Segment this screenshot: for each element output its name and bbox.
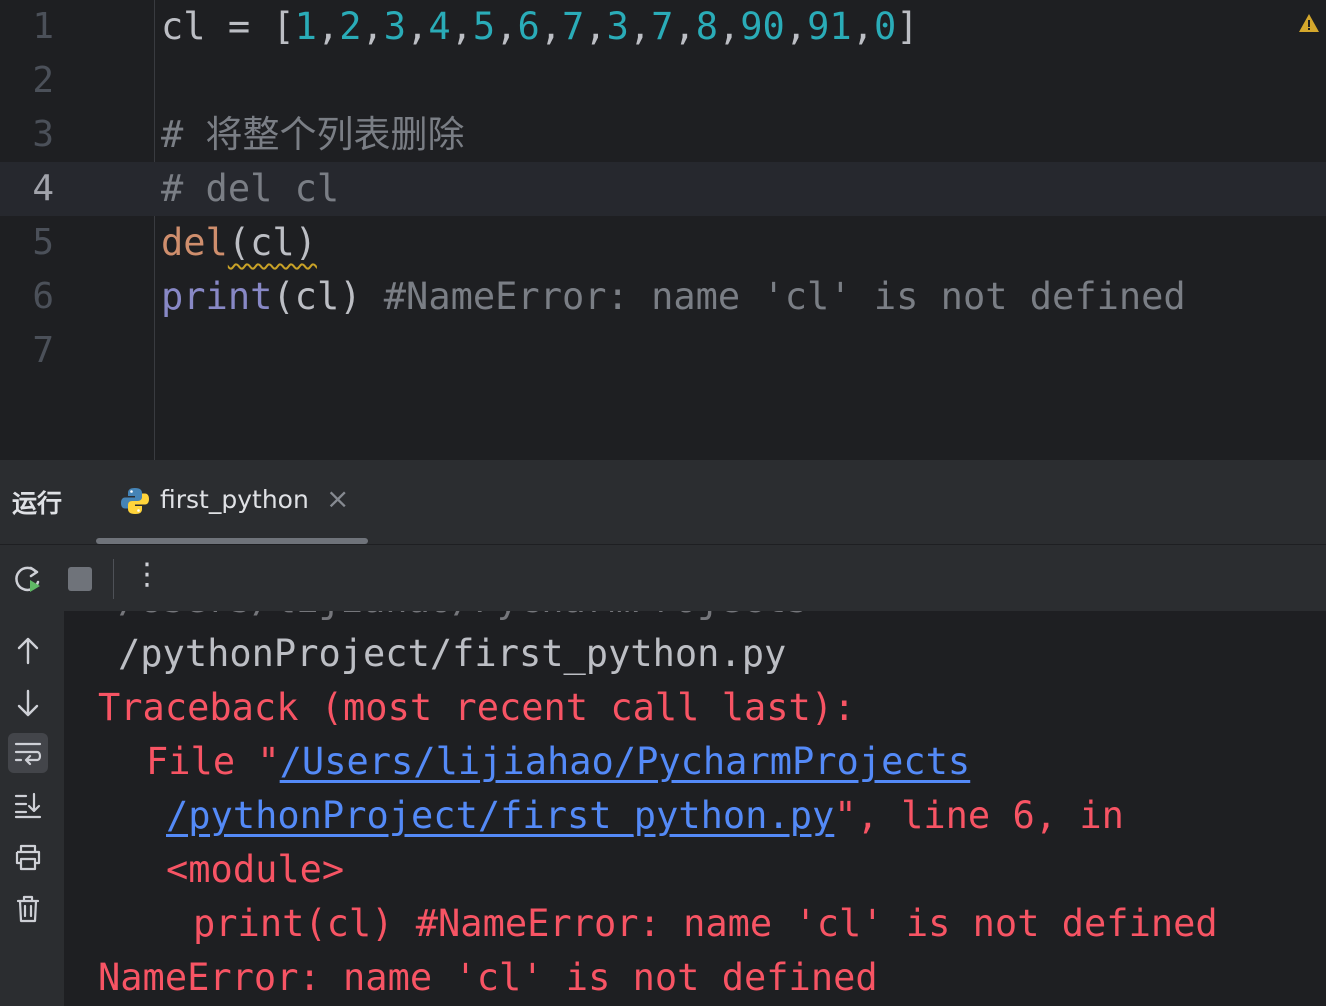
editor-line[interactable]: 5 del(cl) [0, 216, 1326, 270]
code-token: 8 [695, 5, 718, 48]
run-panel-title: 运行 [12, 489, 63, 518]
tab-first-python[interactable]: first_python × [96, 460, 368, 544]
console-partial-line: /Users/lijiahao/PycharmProjects [118, 611, 809, 627]
toolbar-separator [113, 559, 114, 599]
line-number: 6 [32, 276, 54, 317]
editor-line[interactable]: 2 [0, 54, 1326, 108]
code-token: 7 [651, 5, 674, 48]
python-file-icon [121, 488, 149, 514]
file-prefix: File " [146, 740, 280, 783]
code-token: (cl) [227, 221, 317, 264]
traceback-header: Traceback (most recent call last): [98, 686, 856, 729]
editor-line[interactable]: 4 # del cl [0, 162, 1326, 216]
traceback-module: <module> [166, 848, 345, 891]
editor-line[interactable]: 7 [0, 324, 1326, 378]
editor-line[interactable]: 3 # 将整个列表删除 [0, 108, 1326, 162]
code-token: , [851, 5, 874, 48]
line-number: 2 [32, 60, 54, 101]
file-link-part-2[interactable]: /pythonProject/first_python.py [166, 794, 834, 837]
line-number: 5 [32, 222, 54, 263]
arrow-down-icon[interactable] [8, 683, 48, 723]
arrow-up-icon[interactable] [8, 631, 48, 671]
code-token: , [361, 5, 384, 48]
soft-wrap-icon[interactable] [8, 733, 48, 773]
code-token: , [450, 5, 473, 48]
file-link-part-1[interactable]: /Users/lijiahao/PycharmProjects [280, 740, 971, 783]
console-output[interactable]: /Users/lijiahao/PycharmProjects /pythonP… [64, 611, 1326, 1006]
tab-label: first_python [160, 485, 309, 514]
code-token: 4 [428, 5, 451, 48]
traceback-file-line: File "/Users/lijiahao/PycharmProjects [146, 735, 970, 789]
code-text: # 将整个列表删除 [161, 108, 465, 162]
code-token: , [406, 5, 429, 48]
code-token: (cl) [272, 275, 384, 318]
code-token: 91 [807, 5, 852, 48]
code-token: 90 [740, 5, 785, 48]
code-text: print(cl) #NameError: name 'cl' is not d… [161, 270, 1186, 324]
traceback-code-line: print(cl) #NameError: name 'cl' is not d… [193, 902, 1218, 945]
run-toolbar: ⋮ [0, 545, 1326, 611]
editor-line[interactable]: 6 print(cl) #NameError: name 'cl' is not … [0, 270, 1326, 324]
code-token: 2 [339, 5, 362, 48]
tab-close-icon[interactable]: × [326, 482, 349, 515]
code-token: 1 [294, 5, 317, 48]
console-sidebar [0, 611, 64, 1006]
code-token: #NameError: name 'cl' is not defined [383, 275, 1186, 318]
code-token: , [628, 5, 652, 48]
warning-triangle-icon[interactable] [1298, 12, 1320, 34]
code-token: 3 [606, 5, 629, 48]
run-tool-window-header: 运行 first_python × [0, 460, 1326, 545]
active-tab-indicator [96, 538, 368, 544]
code-token: , [584, 5, 607, 48]
code-token: , [539, 5, 563, 48]
traceback-file-line-cont: /pythonProject/first_python.py", line 6,… [166, 789, 1124, 843]
scroll-to-end-icon[interactable] [8, 785, 48, 825]
code-text: cl = [1,2,3,4,5,6,7,3,7,8,90,91,0] [161, 0, 919, 54]
code-token: 0 [873, 5, 897, 48]
code-token: # 将整个列表删除 [161, 113, 465, 156]
code-token: , [784, 5, 808, 48]
line-number: 3 [32, 114, 54, 155]
code-token: # del cl [161, 167, 340, 210]
code-editor[interactable]: 1 cl = [1,2,3,4,5,6,7,3,7,8,90,91,0] 2 3 # 将… [0, 0, 1326, 460]
more-options-icon[interactable]: ⋮ [132, 557, 162, 592]
file-suffix: ", line 6, in [834, 794, 1124, 837]
code-token: 6 [517, 5, 540, 48]
error-message: NameError: name 'cl' is not defined [98, 956, 878, 999]
print-icon[interactable] [8, 837, 48, 877]
code-token: , [718, 5, 741, 48]
code-token: print [161, 275, 273, 318]
code-token: 7 [562, 5, 585, 48]
code-text: del(cl) [161, 216, 317, 270]
code-token: 3 [383, 5, 407, 48]
code-token: , [316, 5, 340, 48]
code-text: # del cl [161, 162, 339, 216]
stop-icon[interactable] [64, 563, 96, 595]
code-token: 5 [472, 5, 496, 48]
rerun-icon[interactable] [12, 563, 44, 595]
code-token: , [673, 5, 696, 48]
code-token: ] [896, 5, 919, 48]
trash-icon[interactable] [8, 889, 48, 929]
line-number: 1 [32, 6, 54, 47]
editor-line[interactable]: 1 cl = [1,2,3,4,5,6,7,3,7,8,90,91,0] [0, 0, 1326, 54]
code-token: cl = [ [161, 5, 295, 48]
code-token: del [161, 221, 228, 264]
console-path-line: /pythonProject/first_python.py [118, 632, 787, 675]
line-number: 7 [32, 330, 54, 371]
line-number: 4 [32, 168, 54, 209]
code-token: , [495, 5, 518, 48]
